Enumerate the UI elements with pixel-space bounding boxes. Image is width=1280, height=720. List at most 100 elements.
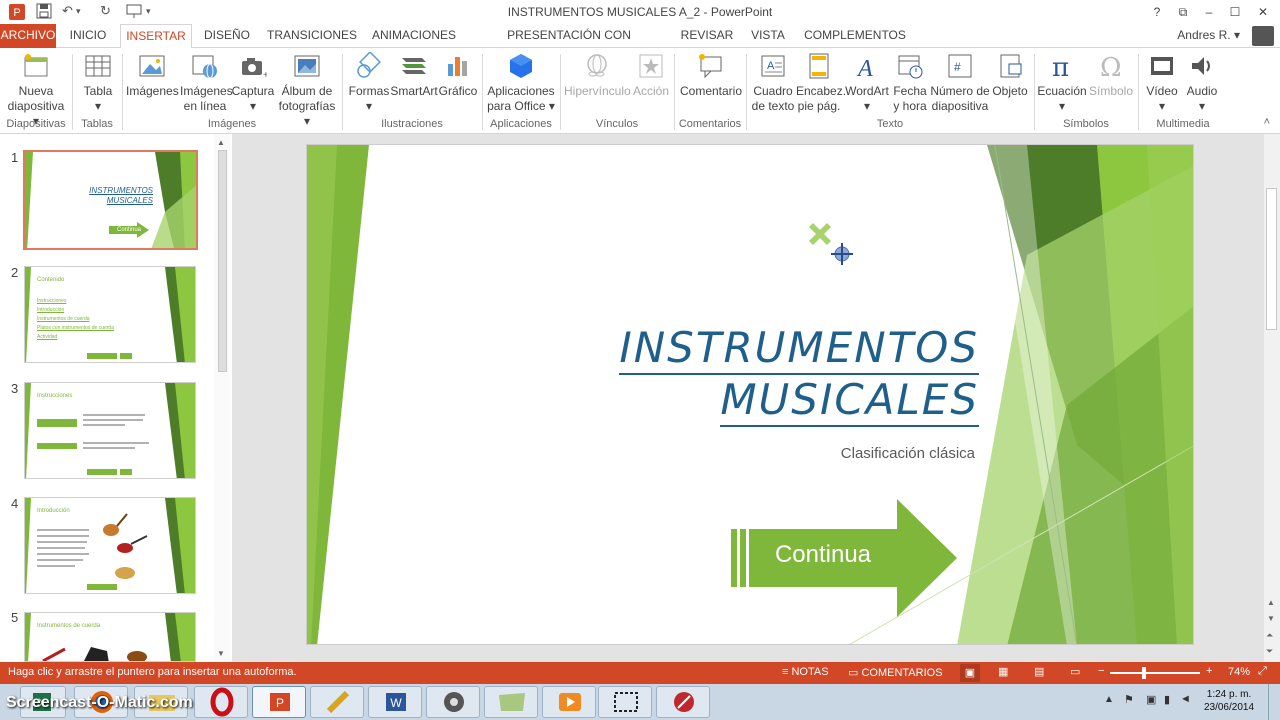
tray-clock[interactable]: 1:24 p. m. 23/06/2014 [1196, 688, 1262, 714]
video-label-2: ▾ [1158, 99, 1166, 113]
tray-signal-icon[interactable]: ▮ [1164, 693, 1170, 706]
hyperlink-button[interactable]: Hipervínculo [564, 52, 631, 99]
symbol-button[interactable]: Ω Símbolo [1088, 52, 1134, 99]
user-account[interactable]: Andres R. ▾ [1177, 28, 1240, 42]
action-button[interactable]: Acción [630, 52, 672, 99]
group-label-imagenes: Imágenes [207, 118, 257, 130]
thumbnail-slide-5[interactable]: Instrumentos de cuerda [24, 612, 196, 662]
taskbar-capture-icon[interactable] [598, 686, 652, 718]
maximize-button[interactable]: ☐ [1222, 2, 1248, 22]
scroll-down-icon[interactable]: ▼ [1267, 614, 1275, 623]
screenshot-button[interactable]: + Captura ▾ [230, 52, 276, 114]
slide-canvas[interactable]: INSTRUMENTOS MUSICALES Clasificación clá… [306, 144, 1194, 645]
tab-revisar[interactable]: REVISAR [678, 24, 736, 48]
previous-slide-icon[interactable]: ⏶ [1266, 630, 1273, 641]
thumbnail-5-design [25, 613, 195, 661]
thumbnail-slide-4[interactable]: Introducción [24, 497, 196, 594]
slide-subtitle[interactable]: Clasificación clásica [727, 445, 975, 462]
zoom-level[interactable]: 74% [1228, 666, 1250, 678]
apps-label: Aplicaciones [487, 84, 555, 98]
shapes-button[interactable]: Formas ▾ [348, 52, 390, 114]
thumbnail-scroll-thumb[interactable] [218, 150, 227, 372]
thumbnail-slide-2[interactable]: Contenido Instrucciones Introducción Instr… [24, 266, 196, 363]
taskbar-map-icon[interactable] [484, 686, 538, 718]
collapse-ribbon-icon[interactable]: ˄ [1264, 116, 1270, 128]
slide-number-button[interactable]: # Número de diapositiva [930, 52, 990, 114]
slide-sorter-icon[interactable]: ▦ [998, 665, 1008, 678]
tab-vista[interactable]: VISTA [744, 24, 792, 48]
scroll-up-icon[interactable]: ▲ [1267, 598, 1275, 607]
ribbon-display-options-button[interactable]: ⧉ [1170, 2, 1196, 22]
taskbar-app-icon[interactable] [656, 686, 710, 718]
chart-button[interactable]: Gráfico [438, 52, 478, 99]
apps-for-office-button[interactable]: Aplicaciones para Office ▾ [486, 52, 556, 114]
tray-network-icon[interactable]: ▣ [1146, 693, 1156, 706]
thumbnail-scrollbar[interactable]: ▲ ▼ [214, 134, 230, 662]
zoom-out-button[interactable]: − [1098, 665, 1104, 677]
online-pictures-button[interactable]: Imágenes en línea [180, 52, 233, 114]
text-box-button[interactable]: A Cuadro de texto [750, 52, 796, 114]
avatar[interactable] [1252, 26, 1274, 46]
smartart-label: SmartArt [390, 84, 438, 98]
film-icon [1151, 57, 1173, 75]
zoom-slider[interactable] [1110, 672, 1200, 674]
header-footer-button[interactable]: Encabez. pie pág. [796, 52, 846, 114]
taskbar-word-icon[interactable]: W [368, 686, 422, 718]
help-button[interactable]: ? [1144, 2, 1170, 22]
fit-slide-icon[interactable]: ⤢ [1258, 665, 1267, 678]
normal-view-icon[interactable]: ▣ [960, 664, 980, 682]
audio-button[interactable]: Audio ▾ [1182, 52, 1222, 114]
slideshow-icon[interactable]: ▭ [1070, 665, 1080, 678]
taskbar-pencil-icon[interactable] [310, 686, 364, 718]
scroll-up-icon[interactable]: ▲ [217, 138, 225, 147]
screenshot-label: Captura [231, 84, 275, 98]
tab-inicio[interactable]: INICIO [62, 24, 114, 48]
tab-archivo[interactable]: ARCHIVO [0, 24, 56, 48]
tab-transiciones[interactable]: TRANSICIONES [264, 24, 360, 48]
move-handle-icon[interactable] [809, 223, 831, 245]
picture-icon [139, 55, 165, 77]
taskbar-media-icon[interactable] [426, 686, 480, 718]
zoom-slider-thumb[interactable] [1142, 667, 1146, 679]
notes-button[interactable]: ≡ NOTAS [782, 666, 829, 678]
video-button[interactable]: Vídeo ▾ [1142, 52, 1182, 114]
tray-flag-icon[interactable]: ⚑ [1124, 693, 1134, 706]
date-time-button[interactable]: Fecha y hora [890, 52, 930, 114]
comments-button[interactable]: ▭ COMENTARIOS [848, 666, 943, 679]
smartart-button[interactable]: SmartArt [390, 52, 438, 99]
group-label-texto: Texto [876, 118, 904, 130]
slide-title[interactable]: INSTRUMENTOS MUSICALES [607, 323, 979, 427]
tab-animaciones[interactable]: ANIMACIONES [368, 24, 460, 48]
tab-insertar[interactable]: INSERTAR [120, 24, 192, 49]
comment-button[interactable]: Comentario [678, 52, 744, 99]
continua-button[interactable]: Continua [749, 541, 897, 569]
new-slide-label: Nueva [18, 84, 54, 98]
scroll-down-icon[interactable]: ▼ [217, 649, 225, 658]
tab-complementos[interactable]: COMPLEMENTOS [800, 24, 910, 48]
tray-volume-icon[interactable]: ◄ [1180, 693, 1191, 705]
tray-arrow-icon[interactable]: ▲ [1104, 694, 1114, 705]
editor-scroll-thumb[interactable] [1266, 188, 1277, 330]
wordart-button[interactable]: A WordArt ▾ [844, 52, 890, 114]
thumbnail-slide-3[interactable]: Instrucciones [24, 382, 196, 479]
next-slide-icon[interactable]: ⏷ [1266, 646, 1273, 657]
pi-icon: π [1052, 53, 1069, 80]
taskbar-powerpoint-icon[interactable]: P [252, 686, 306, 718]
pictures-button[interactable]: Imágenes [126, 52, 179, 99]
equation-button[interactable]: π Ecuación ▾ [1036, 52, 1088, 114]
table-button[interactable]: Tabla ▾ [78, 52, 118, 114]
thumbnail-slide-1[interactable]: INSTRUMENTOS MUSICALES Continua [23, 150, 198, 250]
taskbar-opera-icon[interactable] [194, 686, 248, 718]
object-button[interactable]: Objeto [990, 52, 1030, 99]
minimize-button[interactable]: – [1196, 2, 1222, 22]
reading-view-icon[interactable]: ▤ [1034, 665, 1044, 678]
tab-presentacion[interactable]: PRESENTACIÓN CON DIAPOSITIVAS [468, 24, 670, 64]
group-label-comentarios: Comentarios [678, 118, 742, 130]
tab-diseno[interactable]: DISEÑO [198, 24, 256, 48]
editor-scrollbar[interactable]: ▲ ▼ ⏶ ⏷ [1264, 134, 1280, 662]
screenshot-label-2: ▾ [249, 99, 257, 113]
taskbar-player-icon[interactable] [542, 686, 596, 718]
zoom-in-button[interactable]: + [1206, 665, 1212, 677]
close-button[interactable]: ✕ [1250, 2, 1276, 22]
show-desktop-button[interactable] [1268, 684, 1280, 720]
